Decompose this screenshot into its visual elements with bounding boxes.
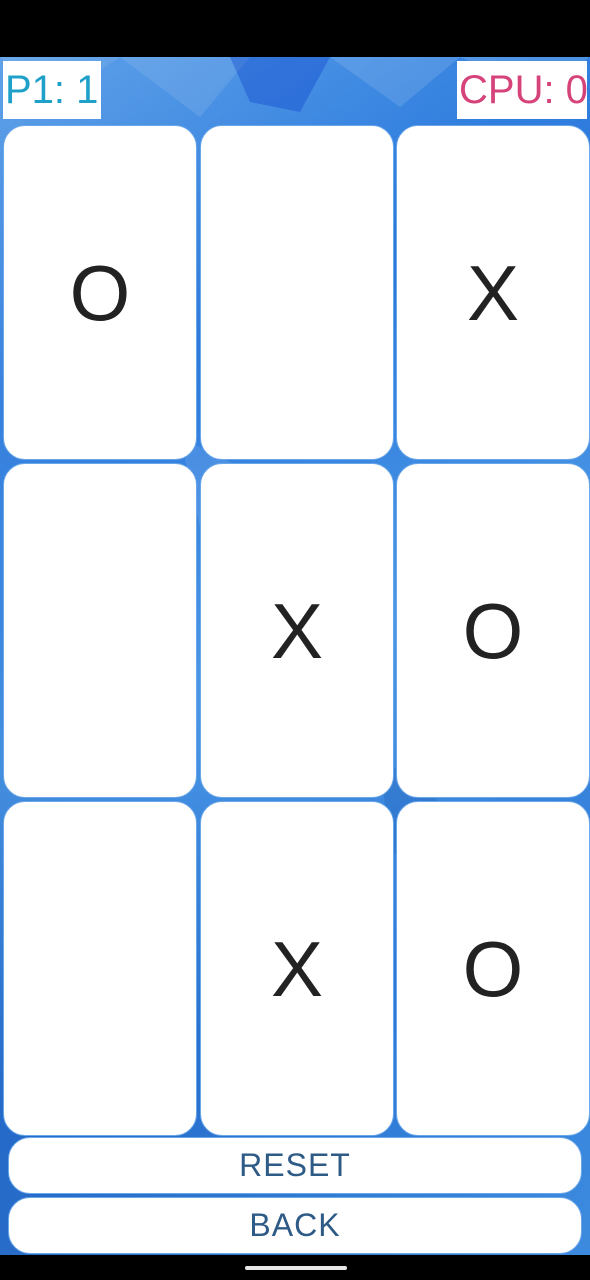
back-button[interactable]: BACK (8, 1197, 582, 1254)
cell-3[interactable]: X (396, 125, 590, 460)
cell-1[interactable]: O (3, 125, 197, 460)
navigation-bar (0, 1255, 590, 1280)
reset-button[interactable]: RESET (8, 1137, 582, 1194)
cell-2[interactable] (200, 125, 394, 460)
cell-8[interactable]: X (200, 801, 394, 1136)
home-indicator[interactable] (245, 1266, 347, 1270)
cell-9[interactable]: O (396, 801, 590, 1136)
player-score: P1: 1 (3, 61, 101, 119)
cell-4[interactable] (3, 463, 197, 798)
game-board: O X X O X O (0, 125, 590, 1137)
cell-5[interactable]: X (200, 463, 394, 798)
cell-6[interactable]: O (396, 463, 590, 798)
cpu-score: CPU: 0 (457, 61, 587, 119)
cell-7[interactable] (3, 801, 197, 1136)
game-area: P1: 1 CPU: 0 O X X O X O RESET BACK (0, 57, 590, 1255)
status-bar (0, 0, 590, 57)
